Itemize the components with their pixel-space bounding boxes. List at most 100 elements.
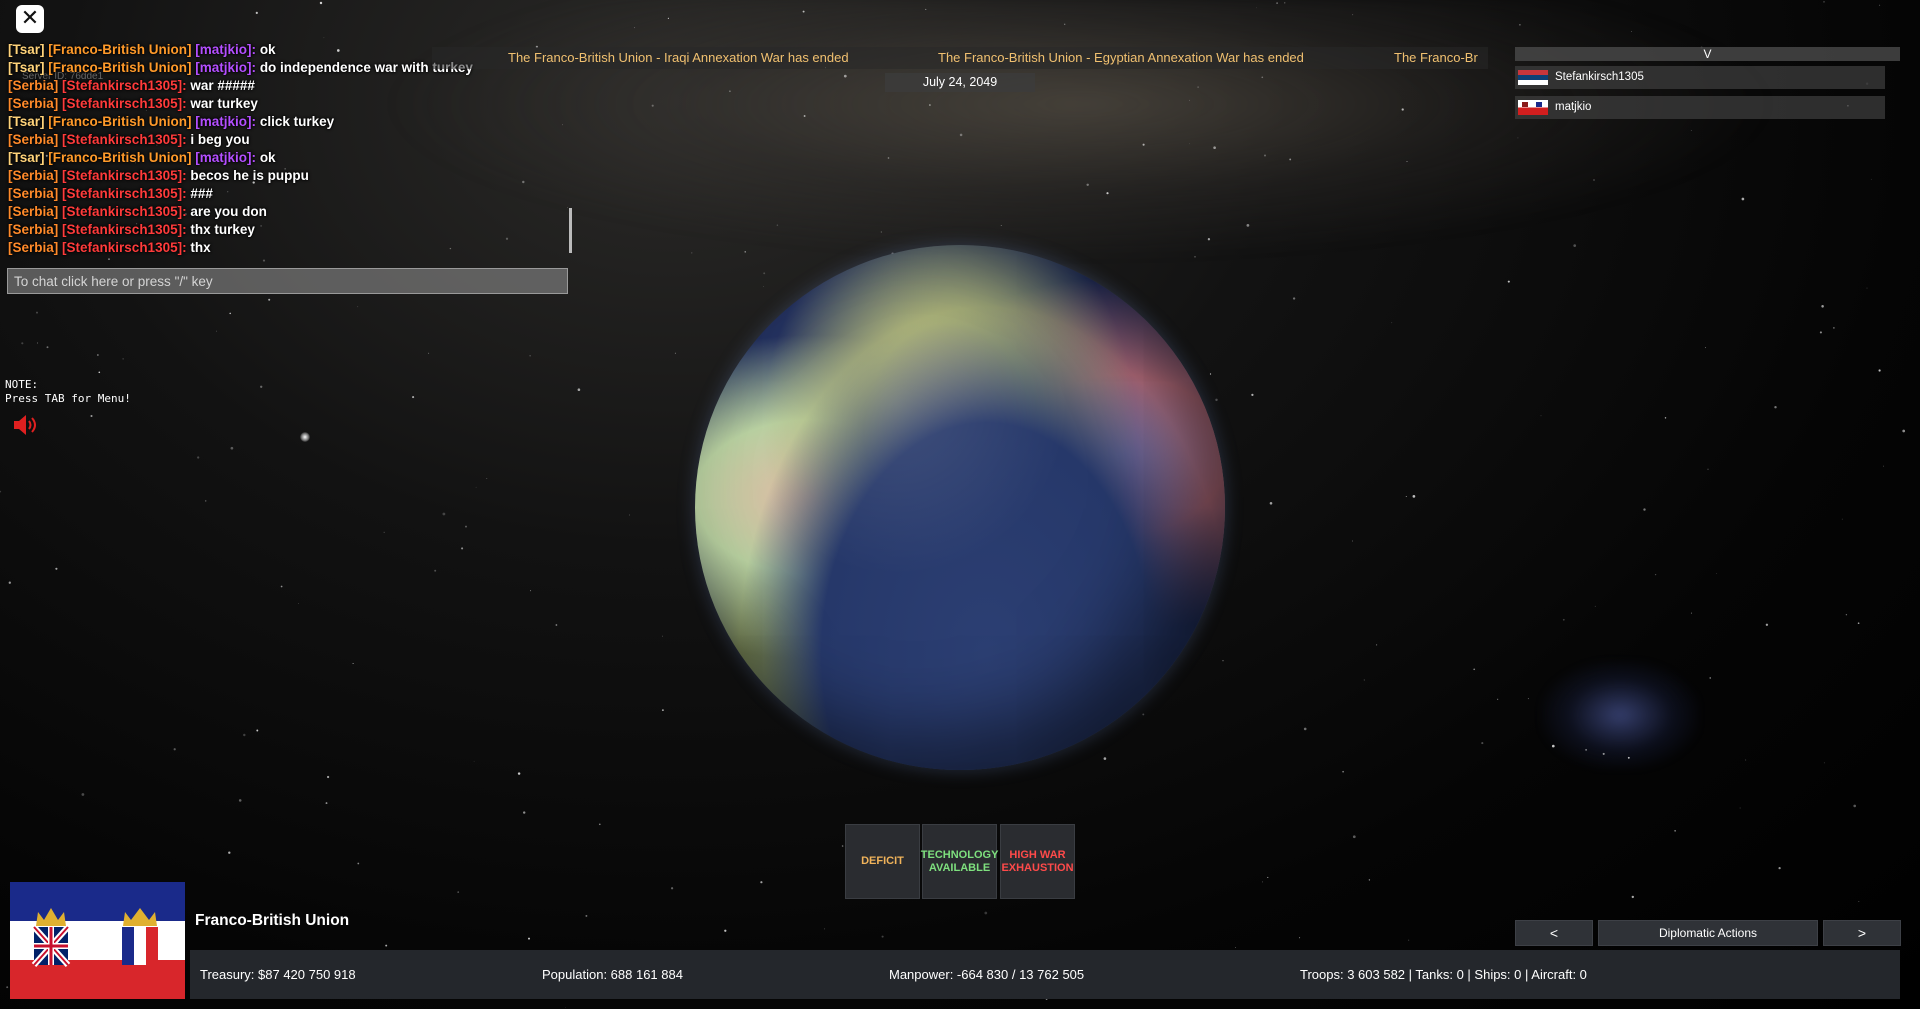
chat-user: [matjkio]: (195, 42, 257, 57)
star (1086, 183, 1089, 187)
world-globe[interactable] (695, 245, 1225, 770)
star (1858, 900, 1860, 903)
star (385, 944, 388, 947)
star (691, 252, 693, 254)
star (1774, 405, 1777, 409)
war-exhaustion-alert[interactable]: HIGH WAR EXHAUSTION (1000, 824, 1075, 899)
star (1256, 7, 1257, 9)
star (670, 887, 674, 890)
star (457, 891, 460, 893)
star (1481, 742, 1484, 745)
chat-role: [Serbia] (8, 240, 59, 255)
chat-message: [Serbia] [Stefankirsch1305]: i beg you (8, 131, 568, 149)
star (473, 760, 475, 762)
star (1519, 23, 1521, 26)
star (565, 1007, 566, 1008)
diplomatic-actions-button[interactable]: Diplomatic Actions (1598, 920, 1818, 946)
star (1142, 713, 1145, 716)
chat-country: [Franco-British Union] (48, 114, 192, 129)
deficit-alert[interactable]: DEFICIT (845, 824, 920, 899)
chat-country: [Stefankirsch1305]: (62, 240, 187, 255)
chat-role: [Serbia] (8, 222, 59, 237)
star (486, 478, 488, 479)
star (1197, 86, 1199, 88)
star (1497, 698, 1499, 700)
star (841, 845, 844, 847)
star (1391, 322, 1393, 324)
star (629, 514, 630, 516)
star (1878, 369, 1881, 372)
chat-message: [Serbia] [Stefankirsch1305]: ### (8, 185, 568, 203)
star (555, 624, 558, 626)
star (1593, 179, 1595, 181)
star (1823, 1, 1825, 3)
star (585, 914, 588, 917)
star (887, 157, 890, 159)
speaker-icon[interactable] (12, 414, 38, 436)
star (465, 525, 467, 528)
chat-role: [Serbia] (8, 132, 59, 147)
star (215, 330, 217, 332)
star (204, 500, 207, 502)
previous-button[interactable]: < (1515, 920, 1593, 946)
chat-role: [Serbia] (8, 204, 59, 219)
chat-country: [Franco-British Union] (48, 60, 192, 75)
star (1551, 744, 1555, 748)
star (724, 929, 727, 932)
star (1674, 830, 1676, 832)
star (1707, 468, 1709, 470)
players-toggle[interactable]: V (1515, 47, 1900, 61)
star (1235, 947, 1236, 948)
next-button[interactable]: > (1823, 920, 1901, 946)
star (1267, 876, 1269, 878)
star (46, 346, 49, 349)
star (1741, 197, 1745, 201)
chat-role: [Serbia] (8, 96, 59, 111)
star (197, 456, 200, 459)
chat-country: [Stefankirsch1305]: (62, 96, 187, 111)
star (1654, 573, 1657, 576)
chat-input[interactable] (7, 268, 568, 294)
star (1408, 939, 1410, 941)
star (297, 603, 299, 605)
star (90, 414, 93, 418)
star (1261, 881, 1264, 883)
star (1189, 143, 1190, 145)
star (1527, 698, 1529, 700)
star (802, 10, 805, 13)
star (37, 342, 39, 344)
star (1303, 727, 1307, 731)
star (523, 811, 526, 814)
chat-text: click turkey (259, 114, 335, 129)
star (1376, 644, 1378, 646)
note-body: Press TAB for Menu! (5, 392, 131, 405)
chat-message: [Serbia] [Stefankirsch1305]: becos he is… (8, 167, 568, 185)
star (1745, 759, 1747, 761)
close-icon[interactable]: ✕ (16, 5, 44, 33)
star (1517, 137, 1519, 139)
country-flag[interactable] (10, 882, 185, 999)
chat-text: thx (190, 240, 211, 255)
star (577, 388, 581, 392)
star (1284, 2, 1286, 4)
chat-country: [Franco-British Union] (48, 150, 192, 165)
star (108, 258, 110, 260)
player-row[interactable]: Stefankirsch1305 (1515, 66, 1885, 89)
star (881, 935, 884, 938)
star (1213, 146, 1216, 149)
star (97, 354, 99, 356)
star (1299, 937, 1301, 939)
chat-message: [Serbia] [Stefankirsch1305]: war ##### (8, 77, 568, 95)
star (763, 272, 766, 275)
player-row[interactable]: matjkio (1515, 96, 1885, 119)
chat-country: [Stefankirsch1305]: (62, 132, 187, 147)
serbia-flag-icon (1518, 70, 1548, 85)
star (262, 259, 266, 262)
chat-scrollbar[interactable] (569, 208, 572, 253)
note-title: NOTE: (5, 378, 39, 391)
technology-alert[interactable]: TECHNOLOGY AVAILABLE (921, 824, 998, 899)
star (228, 851, 231, 854)
star (230, 446, 234, 450)
star (325, 802, 328, 805)
chat-message: [Serbia] [Stefankirsch1305]: thx (8, 239, 568, 257)
